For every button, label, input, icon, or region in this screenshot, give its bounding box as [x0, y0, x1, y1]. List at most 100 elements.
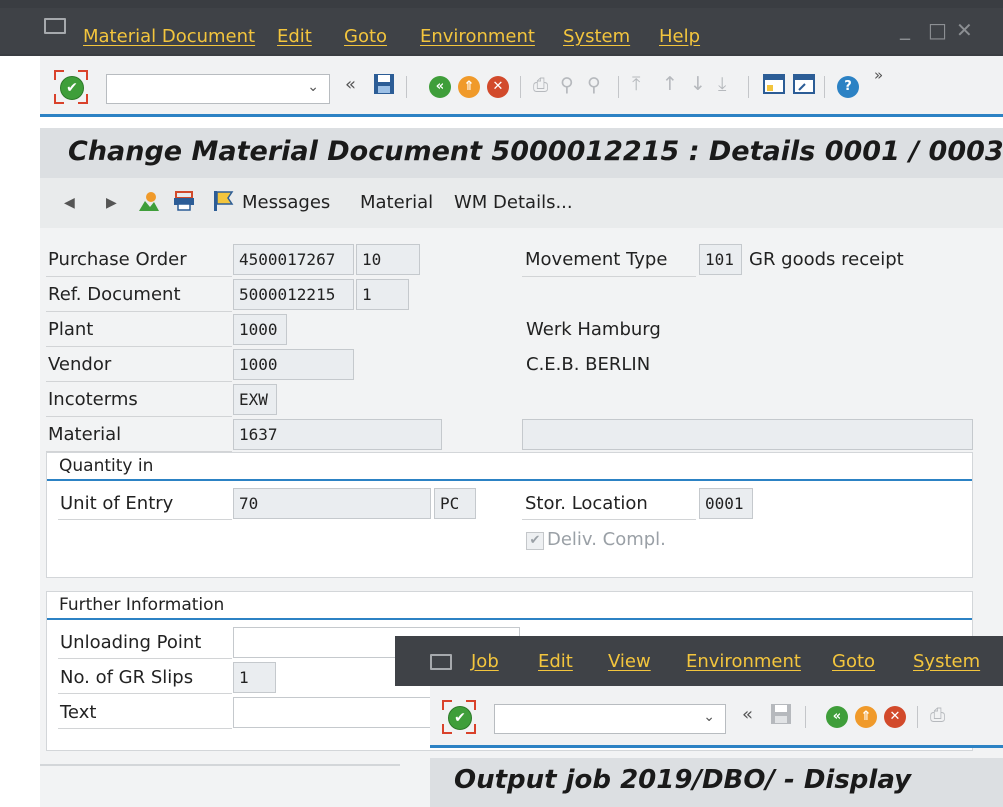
label-underline — [522, 519, 696, 520]
overlay-title-bar: Output job 2019/DBO/ - Display — [430, 758, 1003, 807]
minimize-icon[interactable]: _ — [900, 16, 910, 40]
toolbar-separator — [748, 76, 749, 98]
overlay-page-title: Output job 2019/DBO/ - Display — [454, 765, 912, 795]
overlay-toolbar-underline — [430, 745, 1003, 748]
command-field[interactable]: ⌄ — [106, 74, 330, 104]
overlay-enter-button[interactable]: ✔ — [442, 700, 476, 734]
close-icon[interactable]: ✕ — [956, 18, 973, 42]
help-icon[interactable]: ? — [837, 76, 859, 98]
deliv-compl-checkbox[interactable]: ✔ — [526, 532, 544, 550]
overlay-back-arrows-icon[interactable]: « — [742, 704, 753, 725]
find-next-icon[interactable]: ⚲ — [587, 74, 601, 96]
menu-system[interactable]: System — [563, 26, 630, 47]
unit-of-entry-field[interactable]: 70 — [233, 488, 431, 519]
overlay-menu-job[interactable]: Job — [471, 651, 499, 672]
save-icon[interactable] — [373, 73, 395, 100]
new-session-icon[interactable] — [763, 73, 785, 100]
overlay-command-field[interactable]: ⌄ — [494, 704, 726, 734]
material-field[interactable]: 1637 — [233, 419, 442, 450]
stor-location-field[interactable]: 0001 — [699, 488, 753, 519]
back-icon[interactable]: « — [429, 76, 451, 98]
last-page-icon[interactable]: ⤓ — [718, 73, 726, 95]
page-title: Change Material Document 5000012215 : De… — [68, 136, 1003, 167]
unit-field[interactable]: PC — [434, 488, 476, 519]
overlay-back-icon[interactable]: « — [826, 706, 848, 728]
chevron-down-icon[interactable]: ⌄ — [703, 709, 715, 725]
overlay-toolbar: ✔ ⌄ « « ⇑ ✕ ⎙ — [430, 686, 1003, 746]
label-underline — [46, 416, 232, 417]
menu-edit[interactable]: Edit — [277, 26, 312, 47]
first-page-icon[interactable]: ⤒ — [632, 73, 640, 95]
ref-item-field[interactable]: 1 — [356, 279, 409, 310]
enter-button[interactable]: ✔ — [54, 70, 88, 104]
overlay-menu-icon[interactable] — [430, 654, 452, 670]
toolbar-underline — [40, 114, 1003, 117]
toolbar-separator — [824, 76, 825, 98]
next-page-icon[interactable]: ↓ — [690, 73, 706, 95]
print-output-icon[interactable] — [173, 191, 195, 216]
quantity-group-title: Quantity in — [59, 456, 154, 476]
overlay-menu-goto[interactable]: Goto — [832, 651, 875, 672]
previous-page-icon[interactable]: ↑ — [662, 73, 678, 95]
material-button[interactable]: Material — [360, 192, 433, 213]
further-info-header: Further Information — [47, 592, 972, 620]
check-icon: ✔ — [60, 76, 84, 100]
title-bar: Change Material Document 5000012215 : De… — [40, 128, 1003, 178]
cancel-icon[interactable]: ✕ — [487, 76, 509, 98]
menu-environment[interactable]: Environment — [420, 26, 535, 47]
plant-label: Plant — [48, 319, 94, 340]
overlay-save-icon[interactable] — [770, 703, 792, 730]
more-icon[interactable]: » — [874, 66, 883, 84]
gr-slips-field[interactable]: 1 — [233, 662, 276, 693]
overlay-print-icon[interactable]: ⎙ — [930, 704, 945, 726]
po-item-field[interactable]: 10 — [356, 244, 420, 275]
movement-type-description: GR goods receipt — [749, 249, 904, 270]
menu-icon[interactable] — [44, 18, 66, 34]
incoterms-field[interactable]: EXW — [233, 384, 277, 415]
menu-goto[interactable]: Goto — [344, 26, 387, 47]
purchase-order-field[interactable]: 4500017267 — [233, 244, 354, 275]
vendor-field[interactable]: 1000 — [233, 349, 354, 380]
plant-description: Werk Hamburg — [526, 319, 661, 340]
overlay-menubar: Job Edit View Environment Goto System — [395, 636, 1003, 686]
overlay-menu-edit[interactable]: Edit — [538, 651, 573, 672]
previous-item-icon[interactable]: ◀ — [64, 195, 75, 211]
shortcut-icon[interactable] — [793, 73, 815, 100]
menu-material-document[interactable]: Material Document — [83, 26, 255, 47]
unloading-point-label: Unloading Point — [60, 632, 202, 653]
movement-type-field[interactable]: 101 — [699, 244, 742, 275]
overlay-cancel-icon[interactable]: ✕ — [884, 706, 906, 728]
wm-details-button[interactable]: WM Details... — [454, 192, 573, 213]
maximize-icon[interactable]: □ — [928, 18, 947, 42]
exit-icon[interactable]: ⇑ — [458, 76, 480, 98]
vendor-label: Vendor — [48, 354, 112, 375]
chevron-down-icon[interactable]: ⌄ — [307, 79, 319, 95]
messages-button[interactable]: Messages — [242, 192, 330, 213]
overlay-menu-environment[interactable]: Environment — [686, 651, 801, 672]
stor-location-label: Stor. Location — [525, 493, 648, 514]
back-arrows-icon[interactable]: « — [345, 74, 356, 95]
overlay-exit-icon[interactable]: ⇑ — [855, 706, 877, 728]
label-underline — [58, 658, 232, 659]
main-menubar-inner: Material Document Edit Goto Environment … — [0, 8, 1003, 54]
ref-document-field[interactable]: 5000012215 — [233, 279, 354, 310]
toolbar-separator — [618, 76, 619, 98]
next-item-icon[interactable]: ▶ — [106, 195, 117, 211]
material-description-field[interactable] — [522, 419, 973, 450]
print-icon[interactable]: ⎙ — [533, 74, 548, 96]
find-icon[interactable]: ⚲ — [560, 74, 574, 96]
menu-help[interactable]: Help — [659, 26, 700, 47]
deliv-compl-label: Deliv. Compl. — [547, 529, 666, 550]
label-underline — [46, 311, 232, 312]
plant-field[interactable]: 1000 — [233, 314, 287, 345]
quantity-group: Quantity in — [46, 452, 973, 578]
messages-flag-icon[interactable] — [212, 190, 234, 217]
overlay-menu-view[interactable]: View — [608, 651, 651, 672]
ref-document-label: Ref. Document — [48, 284, 181, 305]
label-underline — [46, 346, 232, 347]
display-vendor-icon[interactable] — [137, 191, 161, 218]
vendor-description: C.E.B. BERLIN — [526, 354, 651, 375]
overlay-menu-system[interactable]: System — [913, 651, 980, 672]
application-toolbar: ◀ ▶ Messages Material WM Details... — [40, 178, 1003, 228]
toolbar-separator — [406, 76, 407, 98]
